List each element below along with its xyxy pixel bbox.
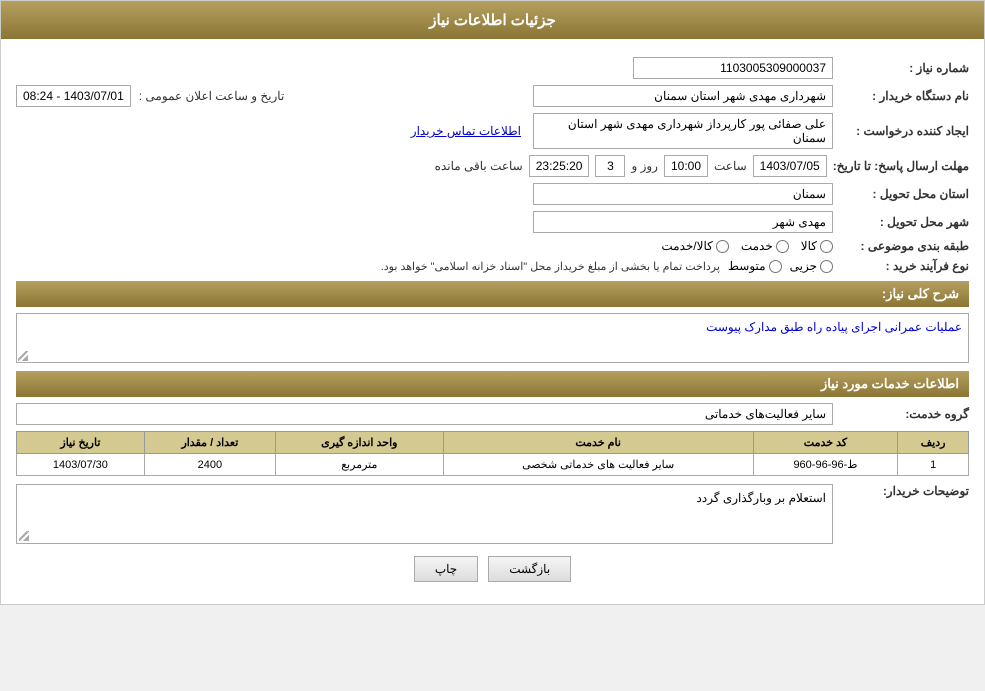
service-group-label: گروه خدمت: [839,407,969,421]
buyer-notes-value: استعلام بر وبارگذاری گردد [16,484,833,544]
notes-resize-handle [19,531,29,541]
buyer-org-value: شهرداری مهدی شهر استان سمنان [533,85,833,107]
table-row: 1ط-96-96-960سایر فعالیت های خدماتی شخصیم… [17,454,969,476]
process-partial-label: جزیی [790,259,817,273]
col-date: تاریخ نیاز [17,432,145,454]
category-service-label: خدمت [741,239,773,253]
back-button[interactable]: بازگشت [488,556,571,582]
buyer-notes-label: توضیحات خریدار: [839,484,969,498]
description-value: عملیات عمرانی اجرای پیاده راه طبق مدارک … [16,313,969,363]
announce-label: تاریخ و ساعت اعلان عمومی : [139,89,285,103]
city-value: مهدی شهر [533,211,833,233]
category-goods-label: کالا [801,239,817,253]
buyer-org-label: نام دستگاه خریدار : [839,89,969,103]
announce-value: 1403/07/01 - 08:24 [16,85,131,107]
process-label: نوع فرآیند خرید : [839,259,969,273]
deadline-remaining-label: ساعت باقی مانده [435,159,523,173]
need-number-value: 1103005309000037 [633,57,833,79]
deadline-days-label: روز و [631,159,658,173]
col-service-name: نام خدمت [443,432,753,454]
services-section-label: اطلاعات خدمات مورد نیاز [16,371,969,397]
creator-label: ایجاد کننده درخواست : [839,124,969,138]
process-partial-radio[interactable] [820,260,833,273]
col-service-code: کد خدمت [753,432,898,454]
province-label: استان محل تحویل : [839,187,969,201]
province-value: سمنان [533,183,833,205]
page-title: جزئیات اطلاعات نیاز [1,1,984,39]
category-service-radio[interactable] [776,240,789,253]
category-label: طبقه بندی موضوعی : [839,239,969,253]
deadline-date: 1403/07/05 [753,155,827,177]
deadline-remaining: 23:25:20 [529,155,590,177]
col-row-num: ردیف [898,432,969,454]
city-label: شهر محل تحویل : [839,215,969,229]
deadline-time-label: ساعت [714,159,747,173]
service-group-value: سایر فعالیت‌های خدماتی [16,403,833,425]
cell-unit: مترمربع [275,454,443,476]
contact-link[interactable]: اطلاعات تماس خریدار [411,124,521,138]
description-section-label: شرح کلی نیاز: [16,281,969,307]
deadline-days: 3 [595,155,625,177]
cell-service_code: ط-96-96-960 [753,454,898,476]
category-goods-service-radio[interactable] [716,240,729,253]
print-button[interactable]: چاپ [414,556,478,582]
creator-value: علی صفائی پور کارپرداز شهرداری مهدی شهر … [533,113,833,149]
resize-handle [18,351,28,361]
deadline-time: 10:00 [664,155,708,177]
col-unit: واحد اندازه گیری [275,432,443,454]
category-goods-radio[interactable] [820,240,833,253]
cell-date: 1403/07/30 [17,454,145,476]
process-medium-label: متوسط [728,259,766,273]
col-quantity: تعداد / مقدار [144,432,275,454]
category-goods-service-label: کالا/خدمت [661,239,712,253]
process-medium-radio[interactable] [769,260,782,273]
process-text: پرداخت تمام یا بخشی از مبلغ خریداز محل "… [381,260,720,273]
cell-quantity: 2400 [144,454,275,476]
services-table: ردیف کد خدمت نام خدمت واحد اندازه گیری ت… [16,431,969,476]
cell-service_name: سایر فعالیت های خدماتی شخصی [443,454,753,476]
need-number-label: شماره نیاز : [839,61,969,75]
deadline-label: مهلت ارسال پاسخ: تا تاریخ: [833,159,969,173]
cell-row_num: 1 [898,454,969,476]
